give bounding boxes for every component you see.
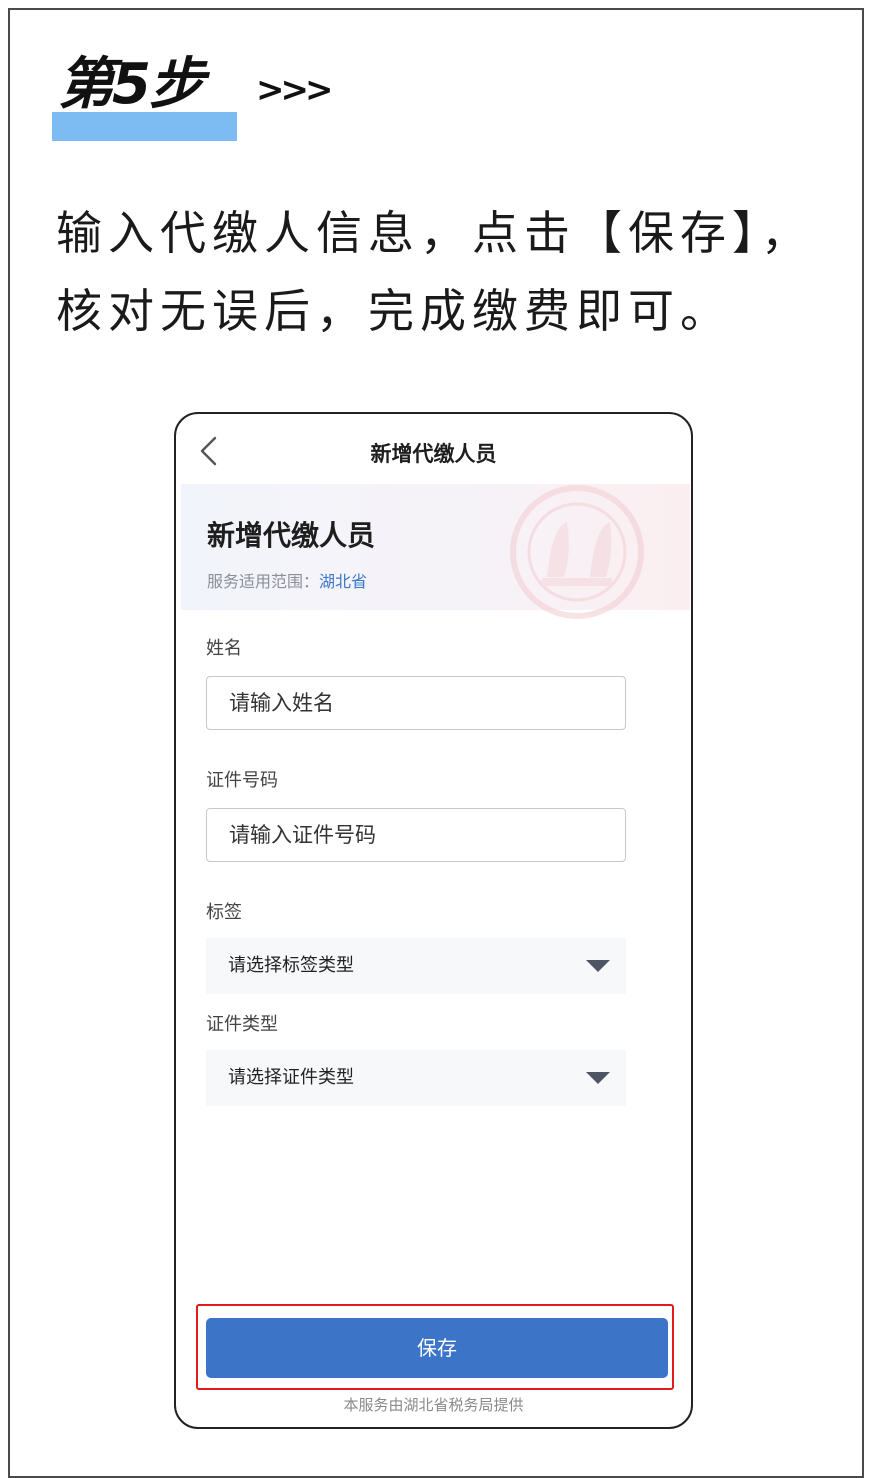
nav-bar: 新增代缴人员 <box>176 414 691 484</box>
tag-select[interactable]: 请选择标签类型 <box>206 938 626 994</box>
name-label: 姓名 <box>206 638 242 659</box>
name-input[interactable]: 请输入姓名 <box>206 676 626 730</box>
id-number-label: 证件号码 <box>206 770 278 791</box>
dropdown-caret-icon <box>586 960 610 972</box>
phone-screenshot: 新增代缴人员 新增代缴人员 服务适用范围：湖北省 姓名 请输入姓名 证件号码 请… <box>174 412 693 1429</box>
tag-label: 标签 <box>206 902 242 923</box>
service-scope: 服务适用范围：湖北省 <box>207 568 367 592</box>
instruction-text: 输入代缴人信息，点击【保存】， 核对无误后，完成缴费即可。 <box>56 194 836 350</box>
id-type-select-value: 请选择证件类型 <box>228 1067 354 1088</box>
instruction-line-2: 核对无误后，完成缴费即可。 <box>56 284 732 338</box>
tax-seal-icon <box>510 485 644 619</box>
instruction-line-1: 输入代缴人信息，点击【保存】， <box>56 206 813 260</box>
header-banner: 新增代缴人员 服务适用范围：湖北省 <box>181 484 690 619</box>
step-title: 第5步 <box>58 52 205 117</box>
tag-select-value: 请选择标签类型 <box>228 955 354 976</box>
id-number-input[interactable]: 请输入证件号码 <box>206 808 626 862</box>
step-header: 第5步 >>> <box>52 52 352 144</box>
id-type-select[interactable]: 请选择证件类型 <box>206 1050 626 1106</box>
id-type-label: 证件类型 <box>206 1014 278 1035</box>
step-arrows: >>> <box>256 70 333 110</box>
banner-title: 新增代缴人员 <box>207 519 376 552</box>
service-scope-value: 湖北省 <box>319 572 368 591</box>
service-scope-label: 服务适用范围： <box>207 572 320 591</box>
dropdown-caret-icon <box>586 1072 610 1084</box>
service-provider-footer: 本服务由湖北省税务局提供 <box>343 1396 524 1414</box>
save-button[interactable]: 保存 <box>206 1318 668 1378</box>
